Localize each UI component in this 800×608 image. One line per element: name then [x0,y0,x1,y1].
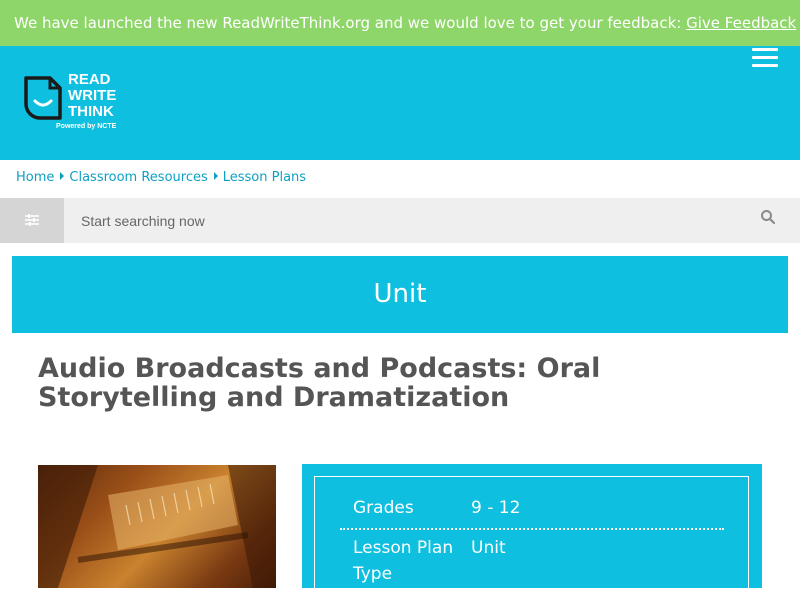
chevron-right-icon [60,172,65,180]
banner-text: We have launched the new ReadWriteThink.… [14,14,682,32]
logo-line-write: WRITE [68,87,117,104]
logo-line-think: THINK [68,103,114,120]
lesson-plan-type-label: Lesson Plan Type [353,538,454,584]
logo-tagline: Powered by NCTE [56,123,117,130]
feedback-banner: We have launched the new ReadWriteThink.… [0,0,800,46]
lesson-plan-type-value: Unit [471,538,506,558]
resource-type-banner: Unit [12,256,788,333]
grades-label: Grades [353,498,414,518]
logo[interactable]: READ WRITE THINK Powered by NCTE [22,72,132,136]
page-title: Audio Broadcasts and Podcasts: Oral Stor… [38,353,601,413]
radio-image [38,465,276,588]
logo-doc-icon [24,76,62,120]
search-bar [0,198,800,243]
breadcrumb-lesson-plans[interactable]: Lesson Plans [223,170,306,185]
search-icon[interactable] [760,209,776,225]
logo-wordmark: READ WRITE THINK [68,72,116,120]
breadcrumb-home[interactable]: Home [16,170,54,185]
breadcrumb-classroom-resources[interactable]: Classroom Resources [69,170,207,185]
details-divider [340,528,724,530]
lesson-details-box: Grades 9 - 12 Lesson Plan Type Unit [314,476,749,608]
filter-icon [25,214,39,226]
give-feedback-link[interactable]: Give Feedback [686,14,796,32]
grades-value: 9 - 12 [471,498,521,518]
site-header: READ WRITE THINK Powered by NCTE [0,46,800,160]
logo-line-read: READ [68,71,111,88]
breadcrumb: Home Classroom Resources Lesson Plans [16,170,306,188]
filter-button[interactable] [0,198,64,243]
chevron-right-icon [213,172,218,180]
search-input[interactable] [66,198,726,243]
lesson-details-panel: Grades 9 - 12 Lesson Plan Type Unit [302,464,762,608]
lesson-image [38,465,276,588]
menu-icon[interactable] [752,48,778,70]
